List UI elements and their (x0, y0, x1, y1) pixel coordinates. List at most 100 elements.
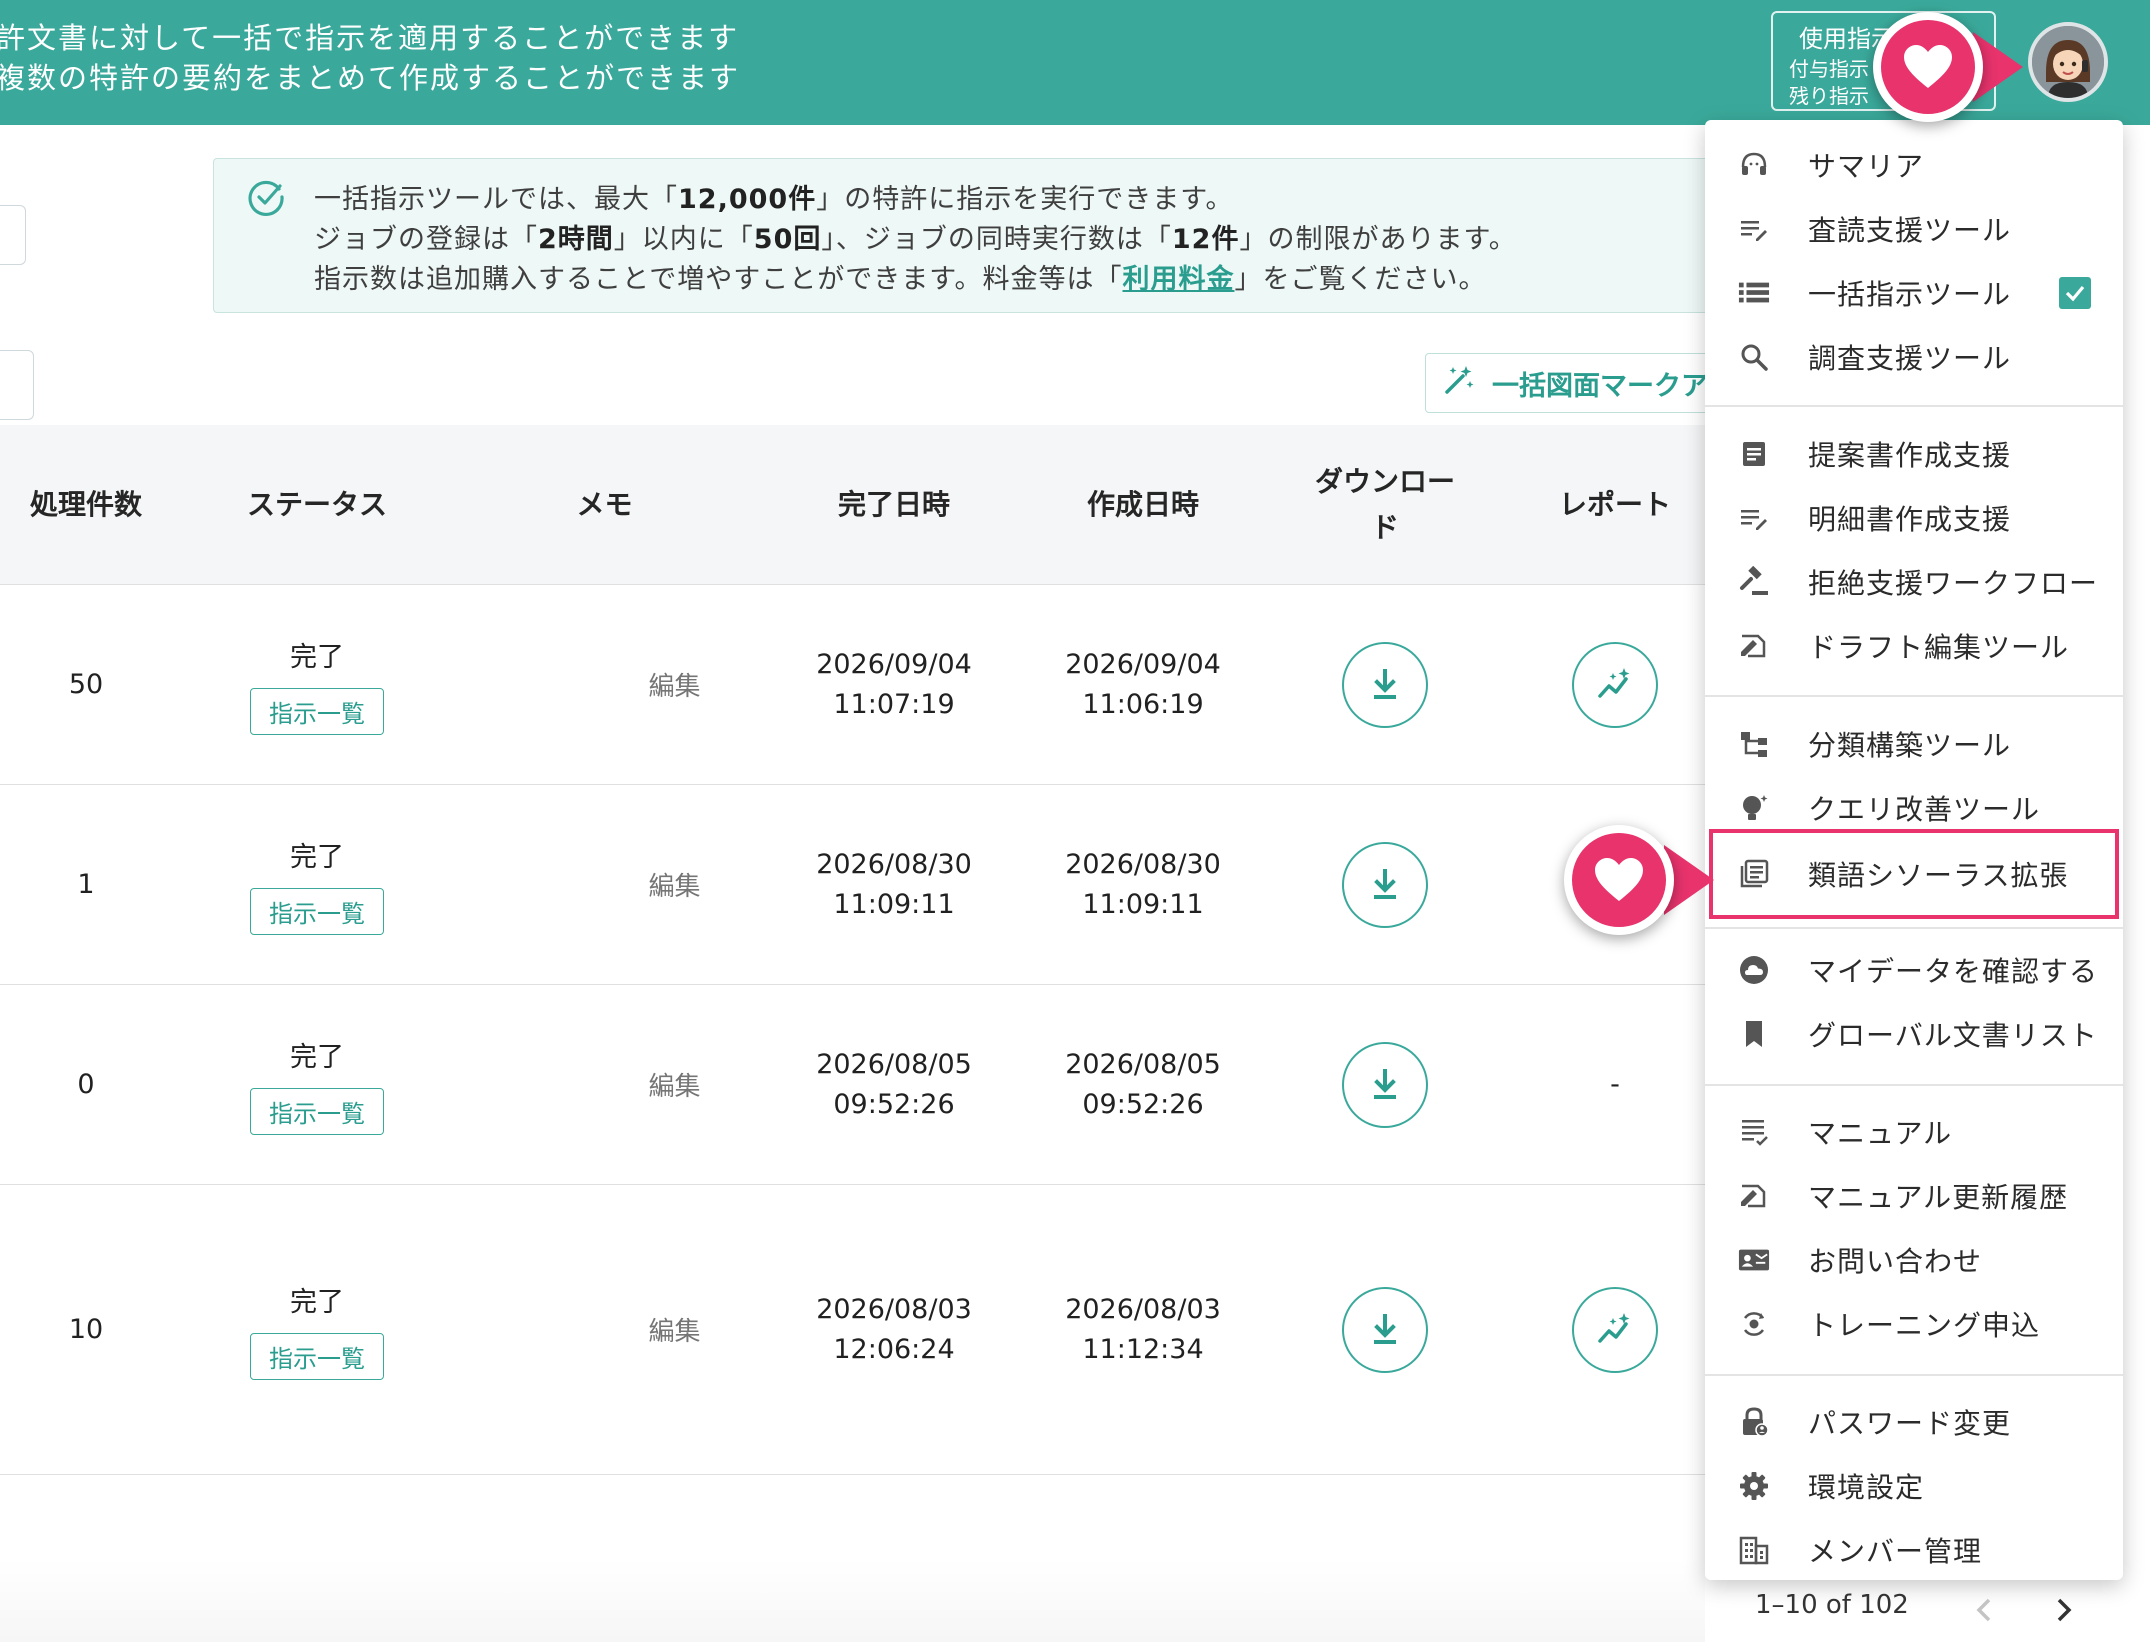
memo-edit[interactable]: 編集 (532, 985, 817, 1184)
menu-item-thesaurus-extension[interactable]: 類語シソーラス拡張 (1709, 829, 2119, 919)
created-datetime: 2026/08/03 11:12:34 (1065, 1293, 1221, 1365)
tree-icon (1738, 728, 1770, 760)
check-circle-icon (246, 177, 286, 221)
download-button[interactable] (1342, 641, 1428, 728)
download-cell (1270, 985, 1500, 1184)
draft-icon (1738, 1180, 1770, 1212)
status-text: 完了 (290, 641, 344, 673)
info-banner: 一括指示ツールでは、最大「12,000件」の特許に指示を実行できます。 ジョブの… (213, 158, 1963, 313)
menu-item-training[interactable]: トレーニング申込 (1705, 1292, 2123, 1356)
column-status[interactable]: ステータス (172, 425, 462, 585)
completed-datetime: 2026/09/04 11:07:19 (816, 648, 972, 720)
download-icon (1374, 668, 1396, 699)
document-icon (1738, 438, 1770, 470)
draft-icon (1738, 630, 1770, 662)
menu-item-rejection-workflow[interactable]: 拒絶支援ワークフロー (1705, 550, 2123, 614)
download-icon (1374, 1313, 1396, 1344)
status-text: 完了 (290, 1041, 344, 1073)
count-cell: 50 (68, 669, 104, 700)
menu-item-my-data[interactable]: マイデータを確認する (1705, 938, 2123, 1002)
memo-edit[interactable]: 編集 (532, 1185, 817, 1474)
download-cell (1270, 585, 1500, 784)
list-edit-icon (1738, 213, 1770, 245)
menu-item-global-doc-list[interactable]: グローバル文書リスト (1705, 1002, 2123, 1066)
column-download[interactable]: ダウンロー ド (1270, 425, 1500, 585)
bulk-figure-markup-button[interactable]: 一括図面マークア (1425, 353, 1745, 413)
magic-wand-icon (1442, 363, 1476, 404)
sparkle-chart-icon (1598, 1312, 1630, 1343)
menu-item-bulk-instruction[interactable]: 一括指示ツール (1705, 261, 2123, 325)
download-button[interactable] (1342, 1286, 1428, 1373)
menu-item-summaria[interactable]: サマリア (1705, 133, 2123, 197)
created-datetime: 2026/09/04 11:06:19 (1065, 648, 1221, 720)
menu-item-contact[interactable]: お問い合わせ (1705, 1228, 2123, 1292)
report-button[interactable] (1572, 641, 1658, 728)
table-row: 50 完了 指示一覧 編集 2026/09/04 11:07:19 2026/0… (0, 585, 1705, 785)
avatar[interactable] (2028, 22, 2108, 102)
building-icon (1738, 1534, 1770, 1566)
status-text: 完了 (290, 1286, 344, 1318)
instruction-list-button[interactable]: 指示一覧 (250, 687, 384, 735)
menu-item-preferences[interactable]: 環境設定 (1705, 1454, 2123, 1518)
sparkle-chart-icon (1598, 667, 1630, 698)
menu-item-search-support[interactable]: 調査支援ツール (1705, 325, 2123, 389)
table-row: 1 完了 指示一覧 編集 2026/08/30 11:09:11 2026/08… (0, 785, 1705, 985)
menu-item-classification-builder[interactable]: 分類構築ツール (1705, 712, 2123, 776)
library-icon (1738, 858, 1770, 890)
lock-icon (1738, 1406, 1770, 1438)
column-count[interactable]: 処理件数 (0, 425, 172, 585)
column-created[interactable]: 作成日時 (1043, 425, 1243, 585)
menu-item-manual-history[interactable]: マニュアル更新履歴 (1705, 1164, 2123, 1228)
download-icon (1374, 868, 1396, 899)
menu-item-draft-editor[interactable]: ドラフト編集ツール (1705, 614, 2123, 678)
cloud-icon (1738, 954, 1770, 986)
report-button[interactable] (1572, 1286, 1658, 1373)
download-icon (1374, 1068, 1396, 1099)
bulk-figure-label: 一括図面マークア (1492, 370, 1708, 402)
column-memo[interactable]: メモ (462, 425, 747, 585)
page-range: 1–10 of 102 (1755, 1590, 1909, 1620)
chevron-right-icon[interactable] (2050, 1594, 2078, 1630)
search-icon (1738, 341, 1770, 373)
user-menu: サマリア 査読支援ツール 一括指示ツール 調査支援ツール 提案書作成支援 明細書… (1705, 120, 2123, 1580)
table-header: 処理件数 ステータス メモ 完了日時 作成日時 ダウンロー ド レポート (0, 425, 1705, 585)
status-cell: 完了 指示一覧 (172, 1185, 462, 1474)
header-line-1: 許文書に対して一括で指示を適用することができます (0, 21, 740, 55)
menu-item-specification-support[interactable]: 明細書作成支援 (1705, 486, 2123, 550)
menu-item-manual[interactable]: マニュアル (1705, 1100, 2123, 1164)
completed-datetime: 2026/08/30 11:09:11 (816, 848, 972, 920)
instruction-list-button[interactable]: 指示一覧 (250, 887, 384, 935)
menu-item-password-change[interactable]: パスワード変更 (1705, 1390, 2123, 1454)
menu-item-proposal-support[interactable]: 提案書作成支援 (1705, 422, 2123, 486)
heart-icon (1564, 825, 1674, 935)
status-cell: 完了 指示一覧 (172, 785, 462, 984)
memo-edit[interactable]: 編集 (532, 785, 817, 984)
menu-item-review-support[interactable]: 査読支援ツール (1705, 197, 2123, 261)
column-completed[interactable]: 完了日時 (794, 425, 994, 585)
left-clipped-control[interactable] (0, 205, 26, 265)
download-cell (1270, 1185, 1500, 1474)
download-button[interactable] (1342, 841, 1428, 928)
bookmark-icon (1738, 1018, 1770, 1050)
download-button[interactable] (1342, 1041, 1428, 1128)
bottom-fade (0, 1560, 1705, 1642)
left-clipped-field[interactable] (0, 350, 34, 420)
instruction-list-button[interactable]: 指示一覧 (250, 1087, 384, 1135)
status-cell: 完了 指示一覧 (172, 985, 462, 1184)
header-description: 許文書に対して一括で指示を適用することができます 複数の特許の要約をまとめて作成… (0, 18, 740, 98)
header-line-2: 複数の特許の要約をまとめて作成することができます (0, 61, 741, 95)
info-line-limit: 一括指示ツールでは、最大「12,000件」の特許に指示を実行できます。 (314, 184, 1234, 215)
pricing-link[interactable]: 利用料金 (1123, 264, 1235, 295)
status-text: 完了 (290, 841, 344, 873)
created-datetime: 2026/08/05 09:52:26 (1065, 1048, 1221, 1120)
column-report[interactable]: レポート (1520, 425, 1710, 585)
menu-item-member-management[interactable]: メンバー管理 (1705, 1518, 2123, 1580)
menu-divider (1705, 695, 2123, 697)
count-cell: 1 (77, 869, 95, 900)
completed-datetime: 2026/08/05 09:52:26 (816, 1048, 972, 1120)
report-cell (1520, 1185, 1710, 1474)
chevron-left-icon[interactable] (1970, 1594, 1998, 1630)
instruction-list-button[interactable]: 指示一覧 (250, 1332, 384, 1380)
memo-edit[interactable]: 編集 (532, 585, 817, 784)
usage-granted: 付与指示 (1789, 57, 1869, 81)
